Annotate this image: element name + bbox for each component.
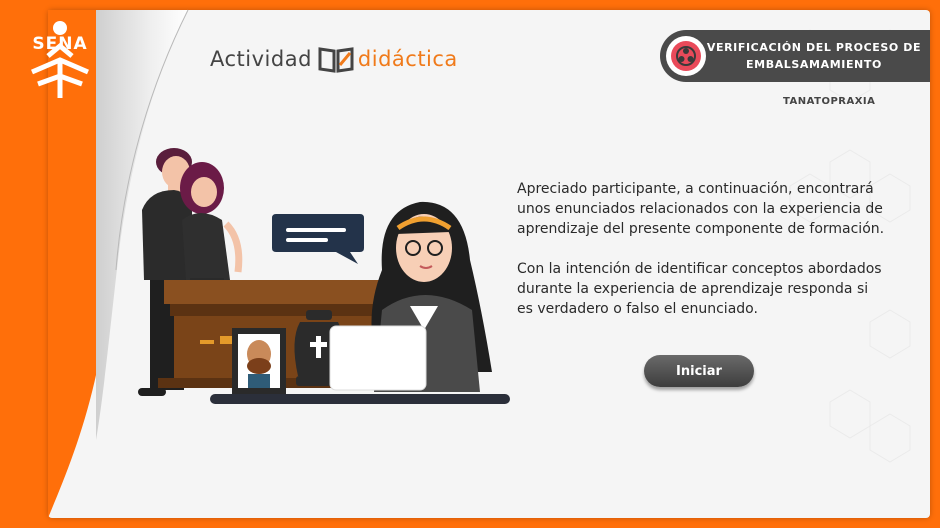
topic-line-2: EMBALSAMAMIENTO (746, 58, 882, 71)
memorial-photo (232, 328, 286, 394)
title-part-1: Actividad (210, 47, 312, 71)
subject-label: TANATOPRAXIA (783, 96, 876, 107)
instructions-paragraph: Con la intención de identificar concepto… (517, 261, 882, 317)
title-part-2: didáctica (357, 47, 458, 71)
intro-paragraph: Apreciado participante, a continuación, … (517, 181, 885, 237)
biohazard-icon (666, 36, 706, 76)
sena-logo (31, 21, 89, 98)
start-button[interactable]: Iniciar (644, 355, 754, 387)
topic-line-1: VERIFICACIÓN DEL PROCESO DE (706, 41, 922, 54)
funeral-illustration (138, 148, 510, 404)
sena-logo-text: SENA (32, 34, 88, 54)
topic-title: VERIFICACIÓN DEL PROCESO DE EMBALSAMAMIE… (706, 39, 930, 73)
book-icon (318, 47, 354, 73)
page-title: Actividad didáctica (210, 44, 458, 74)
chat-bubble-icon (272, 214, 364, 264)
topic-badge: VERIFICACIÓN DEL PROCESO DE EMBALSAMAMIE… (660, 30, 930, 82)
